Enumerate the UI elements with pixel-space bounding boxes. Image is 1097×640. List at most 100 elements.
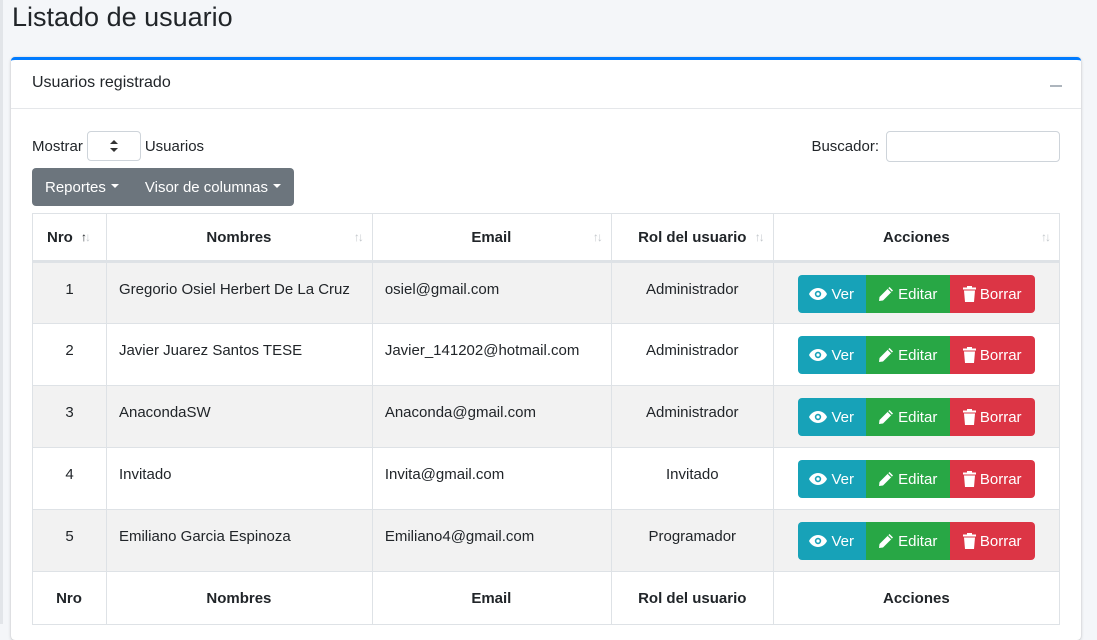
cell-acciones: Ver Editar Borrar (772, 323, 1061, 386)
column-visibility-button[interactable]: Visor de columnas (132, 168, 294, 206)
delete-label: Borrar (979, 285, 1022, 303)
card-title: Usuarios registrado (32, 74, 171, 91)
column-header-acciones[interactable]: Acciones ↑↓ (772, 213, 1061, 263)
delete-label: Borrar (979, 470, 1022, 488)
search-control: Buscador: (811, 131, 1060, 162)
delete-button[interactable]: Borrar (949, 522, 1035, 560)
view-label: Ver (831, 408, 854, 426)
edit-label: Editar (898, 532, 938, 550)
view-label: Ver (831, 470, 854, 488)
eye-icon (809, 411, 828, 423)
delete-label: Borrar (979, 408, 1022, 426)
eye-icon (809, 535, 828, 547)
row-actions: Ver Editar Borrar (797, 398, 1058, 436)
cell-nro: 2 (32, 323, 107, 386)
minus-icon (1050, 85, 1062, 87)
eye-icon (809, 473, 828, 485)
cell-email: Emiliano4@gmail.com (371, 509, 612, 572)
cell-nro: 1 (32, 261, 107, 324)
delete-label: Borrar (979, 532, 1022, 550)
footer-acciones: Acciones (772, 571, 1061, 625)
card-header: Usuarios registrado (11, 60, 1081, 109)
caret-down-icon (110, 184, 119, 188)
table-footer-row: Nro Nombres Email Rol del usuario Accion… (32, 571, 1061, 625)
edit-label: Editar (898, 470, 938, 488)
cell-email: Javier_141202@hotmail.com (371, 323, 612, 386)
page-title: Listado de usuario (12, 2, 233, 32)
table-row: 1 Gregorio Osiel Herbert De La Cruz osiel@… (32, 261, 1061, 324)
trash-icon (962, 471, 976, 487)
edit-button[interactable]: Editar (865, 336, 950, 374)
table-header-row: Nro ↑↓ Nombres ↑↓ Email ↑↓ Rol del usuario ↑… (32, 213, 1061, 263)
sort-arrows-icon: ↑↓ (353, 230, 364, 244)
column-header-rol[interactable]: Rol del usuario ↑↓ (610, 213, 774, 263)
pencil-icon (879, 348, 894, 362)
cell-nro: 5 (32, 509, 107, 572)
footer-nombres: Nombres (105, 571, 373, 625)
cell-nro: 3 (32, 385, 107, 448)
search-input[interactable] (886, 131, 1060, 162)
pencil-icon (879, 472, 894, 486)
cell-rol: Programador (610, 509, 774, 572)
table-row: 2 Javier Juarez Santos TESE Javier_141202@… (32, 323, 1061, 386)
reports-dropdown-button[interactable]: Reportes (32, 168, 132, 206)
row-actions: Ver Editar Borrar (797, 336, 1058, 374)
header-label: Nro (47, 228, 73, 246)
sort-arrows-icon: ↑↓ (754, 230, 765, 244)
cell-rol: Administrador (610, 323, 774, 386)
edit-label: Editar (898, 285, 938, 303)
edit-label: Editar (898, 408, 938, 426)
sort-asc-icon: ↑↓ (81, 230, 91, 244)
view-label: Ver (831, 346, 854, 364)
view-button[interactable]: Ver (797, 336, 866, 374)
view-button[interactable]: Ver (797, 275, 866, 313)
cell-acciones: Ver Editar Borrar (772, 447, 1061, 510)
trash-icon (962, 347, 976, 363)
view-label: Ver (831, 285, 854, 303)
trash-icon (962, 409, 976, 425)
pencil-icon (879, 410, 894, 424)
export-toolbar: Reportes Visor de columnas (32, 168, 294, 206)
trash-icon (962, 533, 976, 549)
edit-button[interactable]: Editar (865, 275, 950, 313)
caret-down-icon (273, 184, 281, 188)
sort-arrows-icon: ↑↓ (1041, 230, 1051, 244)
cell-nombre: Invitado (105, 447, 373, 510)
header-label: Email (471, 228, 512, 246)
view-button[interactable]: Ver (797, 398, 866, 436)
page-length-select[interactable] (86, 131, 141, 161)
column-header-nombres[interactable]: Nombres ↑↓ (105, 213, 373, 263)
pencil-icon (879, 534, 894, 548)
edit-label: Editar (898, 346, 938, 364)
cell-email: osiel@gmail.com (371, 261, 612, 324)
reports-label: Reportes (45, 178, 106, 196)
delete-button[interactable]: Borrar (949, 336, 1035, 374)
edit-button[interactable]: Editar (865, 398, 950, 436)
collapse-button[interactable] (1049, 81, 1063, 91)
view-button[interactable]: Ver (797, 460, 866, 498)
footer-rol: Rol del usuario (610, 571, 774, 625)
cell-acciones: Ver Editar Borrar (772, 509, 1061, 572)
delete-button[interactable]: Borrar (949, 275, 1035, 313)
search-label: Buscador: (811, 138, 879, 155)
cell-nombre: Emiliano Garcia Espinoza (105, 509, 373, 572)
footer-email: Email (371, 571, 612, 625)
edit-button[interactable]: Editar (865, 460, 950, 498)
view-label: Ver (831, 532, 854, 550)
users-table: Nro ↑↓ Nombres ↑↓ Email ↑↓ Rol del usuario ↑… (32, 213, 1061, 625)
cell-rol: Invitado (610, 447, 774, 510)
delete-button[interactable]: Borrar (949, 398, 1035, 436)
show-suffix: Usuarios (144, 137, 205, 155)
select-arrows-icon (109, 140, 118, 152)
column-header-email[interactable]: Email ↑↓ (371, 213, 612, 263)
sidebar-edge (0, 0, 3, 624)
cell-nombre: Gregorio Osiel Herbert De La Cruz (105, 261, 373, 324)
table-controls: Mostrar Usuarios Buscador: (32, 129, 1060, 162)
cell-email: Invita@gmail.com (371, 447, 612, 510)
column-header-nro[interactable]: Nro ↑↓ (32, 213, 107, 263)
delete-button[interactable]: Borrar (949, 460, 1035, 498)
view-button[interactable]: Ver (797, 522, 866, 560)
pencil-icon (879, 287, 894, 301)
edit-button[interactable]: Editar (865, 522, 950, 560)
columns-label: Visor de columnas (144, 178, 268, 196)
